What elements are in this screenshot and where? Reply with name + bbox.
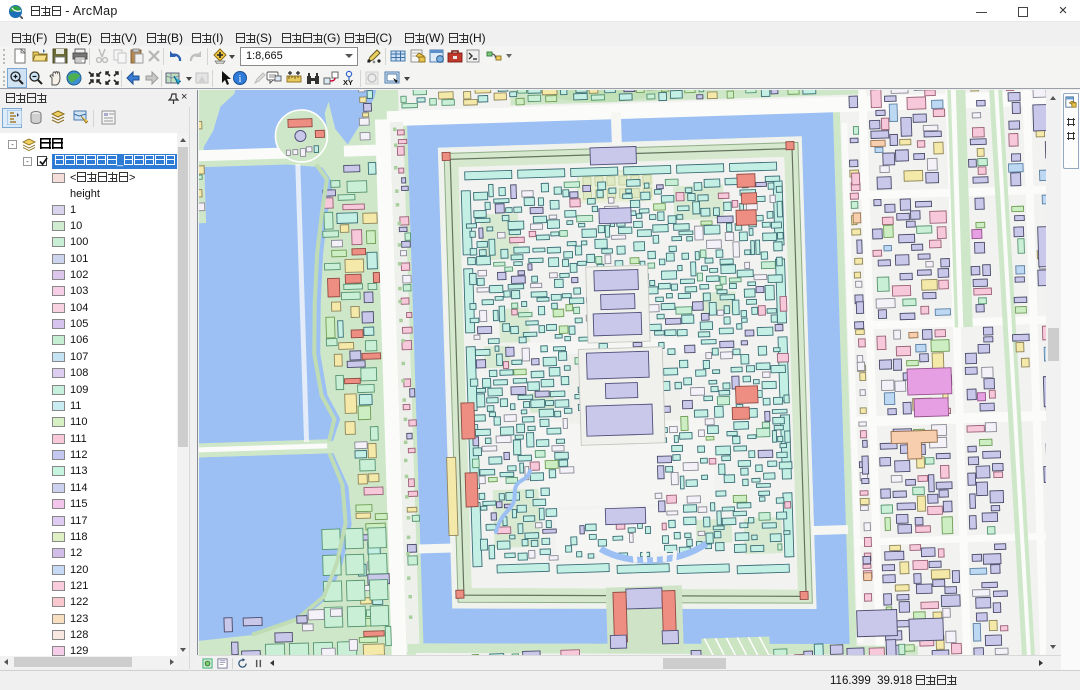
svg-text:XY: XY xyxy=(343,78,353,86)
svg-text:i: i xyxy=(239,74,242,85)
